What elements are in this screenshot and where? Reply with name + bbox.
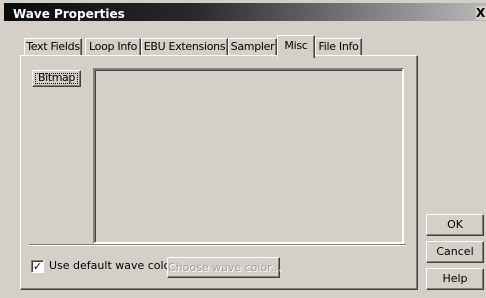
tab-strip: Text Fields Loop Info EBU Extensions Sam… [0,35,420,58]
bitmap-preview-area [93,68,404,244]
window-title: Wave Properties [13,7,125,21]
tab-file-info[interactable]: File Info [315,38,362,55]
misc-tab-panel: Bitmap ✓ Use default wave color Choose w… [20,55,418,290]
tab-ebu-extensions[interactable]: EBU Extensions [141,38,228,55]
choose-wave-color-button[interactable]: Choose wave color... [167,257,281,278]
bitmap-button[interactable]: Bitmap [32,70,81,87]
help-button[interactable]: Help [426,268,484,290]
cancel-button[interactable]: Cancel [426,241,484,263]
wave-properties-dialog: Wave Properties X Text Fields Loop Info … [0,0,486,298]
title-bar[interactable]: Wave Properties [4,3,486,21]
tab-sampler[interactable]: Sampler [228,38,277,55]
tab-misc[interactable]: Misc [277,35,315,58]
divider [29,244,406,246]
use-default-wave-color-checkbox[interactable]: ✓ [31,260,44,273]
tab-text-fields[interactable]: Text Fields [24,38,82,55]
use-default-wave-color-label[interactable]: Use default wave color [49,259,175,273]
tab-loop-info[interactable]: Loop Info [85,38,141,55]
ok-button[interactable]: OK [426,214,484,236]
preview-inner-frame [95,70,402,242]
close-icon[interactable]: X [476,6,486,20]
